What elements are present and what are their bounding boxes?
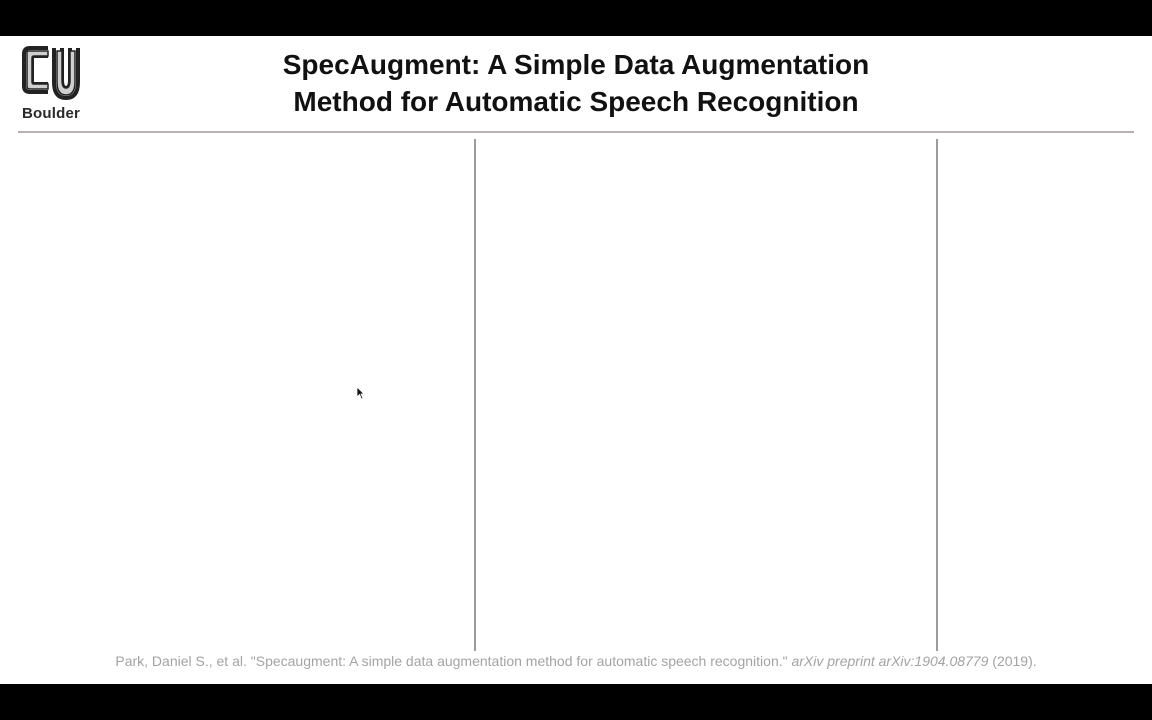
letterbox-top bbox=[0, 0, 1152, 36]
citation-paper-title: "Specaugment: A simple data augmentation… bbox=[250, 653, 788, 669]
mouse-pointer-icon bbox=[356, 386, 365, 400]
university-logo: Boulder bbox=[18, 42, 84, 122]
slide-title-line-1: SpecAugment: A Simple Data Augmentation bbox=[282, 49, 870, 80]
slide: Boulder SpecAugment: A Simple Data Augme… bbox=[0, 36, 1152, 684]
logo-text: Boulder bbox=[21, 105, 81, 122]
letterbox-bottom bbox=[0, 684, 1152, 720]
column-divider-right bbox=[936, 139, 938, 651]
slide-title-line-2: Method for Automatic Speech Recognition bbox=[293, 86, 859, 117]
citation-venue: arXiv preprint arXiv:1904.08779 bbox=[791, 653, 989, 669]
header-divider bbox=[18, 131, 1134, 133]
slide-title: SpecAugment: A Simple Data Augmentation … bbox=[150, 46, 1002, 120]
column-divider-left bbox=[474, 139, 476, 651]
cu-logo-icon bbox=[22, 46, 80, 101]
citation-authors: Park, Daniel S., et al. bbox=[115, 653, 247, 669]
citation-year: (2019). bbox=[992, 653, 1037, 669]
citation: Park, Daniel S., et al. "Specaugment: A … bbox=[0, 653, 1152, 669]
